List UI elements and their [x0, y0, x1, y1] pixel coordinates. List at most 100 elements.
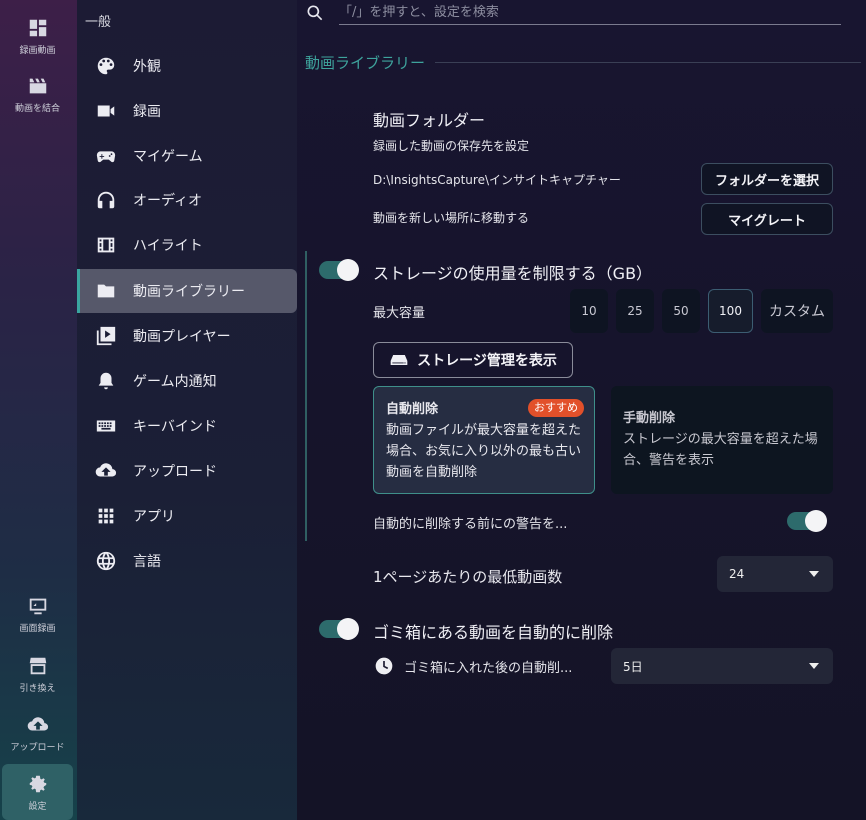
- rail-item-label: 設定: [28, 801, 47, 812]
- nav-item-label: アプリ: [133, 509, 175, 525]
- store-icon: [29, 657, 46, 674]
- trash-after-label: ゴミ箱に入れた後の自動削...: [404, 661, 573, 676]
- rail-item-merge[interactable]: 動画を結合: [2, 66, 73, 122]
- keyboard-icon: [96, 420, 116, 432]
- cloud-upload-icon: [95, 463, 117, 477]
- rail-item-redeem[interactable]: 引き換え: [2, 646, 73, 702]
- globe-icon: [96, 551, 116, 571]
- manual-delete-card[interactable]: 手動削除 ストレージの最大容量を超えた場合、警告を表示: [611, 386, 833, 494]
- capacity-option-25[interactable]: 25: [616, 289, 654, 333]
- nav-item-appearance[interactable]: 外観: [77, 44, 297, 88]
- nav-item-highlights[interactable]: ハイライト: [77, 223, 297, 267]
- rail-item-label: 画面録画: [19, 623, 56, 634]
- search-input[interactable]: [339, 1, 841, 25]
- storage-limit-title: ストレージの使用量を制限する（GB）: [373, 264, 653, 283]
- rail-item-label: 録画動画: [19, 45, 56, 56]
- screen-record-icon: [29, 598, 46, 614]
- rail-item-screen-record[interactable]: 画面録画: [2, 586, 73, 642]
- chevron-down-icon: [809, 571, 819, 577]
- palette-icon: [97, 57, 115, 75]
- section-divider: [435, 62, 861, 63]
- capacity-option-custom[interactable]: カスタム: [761, 289, 833, 333]
- nav-item-label: 言語: [133, 554, 161, 570]
- manual-delete-title: 手動削除: [623, 411, 676, 426]
- search-bar: [305, 0, 841, 26]
- per-page-select[interactable]: 24: [717, 556, 833, 592]
- move-videos-label: 動画を新しい場所に移動する: [373, 211, 530, 225]
- nav-item-label: キーバインド: [133, 419, 217, 435]
- nav-item-label: 動画ライブラリー: [133, 284, 245, 300]
- settings-nav: 一般 外観 録画 マイゲーム オーディオ ハイライト 動画ライブラリー 動画プレ…: [77, 0, 297, 820]
- nav-item-apps[interactable]: アプリ: [77, 494, 297, 538]
- nav-item-label: 動画プレイヤー: [133, 329, 231, 345]
- clapperboard-icon: [29, 78, 46, 93]
- nav-item-label: オーディオ: [133, 193, 203, 209]
- max-capacity-label: 最大容量: [373, 306, 426, 321]
- bell-icon: [98, 372, 114, 390]
- nav-item-label: 外観: [133, 59, 161, 75]
- nav-item-my-games[interactable]: マイゲーム: [77, 134, 297, 178]
- capacity-option-50[interactable]: 50: [662, 289, 700, 333]
- trash-after-select[interactable]: 5日: [611, 648, 833, 684]
- select-folder-button[interactable]: フォルダーを選択: [701, 163, 833, 195]
- view-storage-label: ストレージ管理を表示: [417, 353, 557, 369]
- nav-item-label: マイゲーム: [133, 149, 203, 165]
- toggle-knob: [337, 259, 359, 281]
- left-rail: 録画動画 動画を結合 画面録画 引き換え アップロード 設定: [0, 0, 77, 820]
- dashboard-icon: [29, 19, 46, 36]
- trash-auto-delete-toggle[interactable]: [319, 618, 359, 640]
- folder-title: 動画フォルダー: [373, 111, 486, 130]
- nav-item-label: ハイライト: [133, 238, 203, 254]
- recommended-badge: おすすめ: [528, 399, 584, 417]
- gamepad-icon: [96, 151, 116, 163]
- chevron-down-icon: [809, 663, 819, 669]
- capacity-option-100[interactable]: 100: [708, 289, 753, 333]
- rail-item-recordings[interactable]: 録画動画: [2, 8, 73, 64]
- toggle-knob: [337, 618, 359, 640]
- rail-item-settings[interactable]: 設定: [2, 764, 73, 820]
- delete-warning-label: 自動的に削除する前にの警告を...: [373, 517, 568, 532]
- gear-icon: [29, 775, 46, 792]
- trash-title: ゴミ箱にある動画を自動的に削除: [373, 623, 614, 642]
- view-storage-button[interactable]: ストレージ管理を表示: [373, 342, 573, 378]
- capacity-option-10[interactable]: 10: [570, 289, 608, 333]
- nav-section-general: 一般: [85, 15, 112, 30]
- rail-item-label: 動画を結合: [14, 103, 60, 114]
- rail-item-label: 引き換え: [19, 683, 56, 694]
- video-library-icon: [96, 326, 116, 346]
- settings-main: 動画ライブラリー 動画フォルダー 録画した動画の保存先を設定 D:\Insigh…: [297, 0, 866, 820]
- nav-item-keybind[interactable]: キーバインド: [77, 404, 297, 448]
- nav-item-label: ゲーム内通知: [133, 374, 217, 390]
- nav-item-video-player[interactable]: 動画プレイヤー: [77, 314, 297, 358]
- nav-item-language[interactable]: 言語: [77, 539, 297, 583]
- folder-description: 録画した動画の保存先を設定: [373, 139, 530, 153]
- nav-item-label: 録画: [133, 104, 161, 120]
- trash-after-value: 5日: [623, 659, 643, 674]
- nav-item-upload[interactable]: アップロード: [77, 449, 297, 493]
- headphones-icon: [97, 191, 115, 209]
- migrate-button[interactable]: マイグレート: [701, 203, 833, 235]
- nav-item-video-library[interactable]: 動画ライブラリー: [77, 269, 297, 313]
- auto-delete-card[interactable]: 自動削除 おすすめ 動画ファイルが最大容量を超えた場合、お気に入り以外の最も古い…: [373, 386, 595, 494]
- clock-icon: [375, 657, 393, 675]
- storage-group-bar: [305, 251, 307, 541]
- section-title-text: 動画ライブラリー: [305, 54, 426, 72]
- videocam-icon: [97, 105, 115, 117]
- auto-delete-desc: 動画ファイルが最大容量を超えた場合、お気に入り以外の最も古い動画を自動削除: [386, 423, 582, 480]
- per-page-value: 24: [729, 567, 745, 581]
- per-page-label: 1ページあたりの最低動画数: [373, 568, 563, 586]
- nav-item-audio[interactable]: オーディオ: [77, 178, 297, 222]
- storage-limit-toggle[interactable]: [319, 259, 359, 281]
- nav-item-recording[interactable]: 録画: [77, 89, 297, 133]
- nav-item-ingame-notify[interactable]: ゲーム内通知: [77, 359, 297, 403]
- rail-item-label: アップロード: [10, 742, 65, 753]
- toggle-knob: [805, 510, 827, 532]
- delete-warning-toggle[interactable]: [787, 510, 827, 532]
- storage-drive-icon: [390, 355, 408, 365]
- nav-item-label: アップロード: [133, 464, 217, 480]
- cloud-upload-icon: [27, 716, 48, 731]
- folder-icon: [97, 284, 115, 298]
- film-icon: [97, 237, 115, 253]
- apps-grid-icon: [98, 508, 114, 524]
- rail-item-upload[interactable]: アップロード: [2, 705, 73, 761]
